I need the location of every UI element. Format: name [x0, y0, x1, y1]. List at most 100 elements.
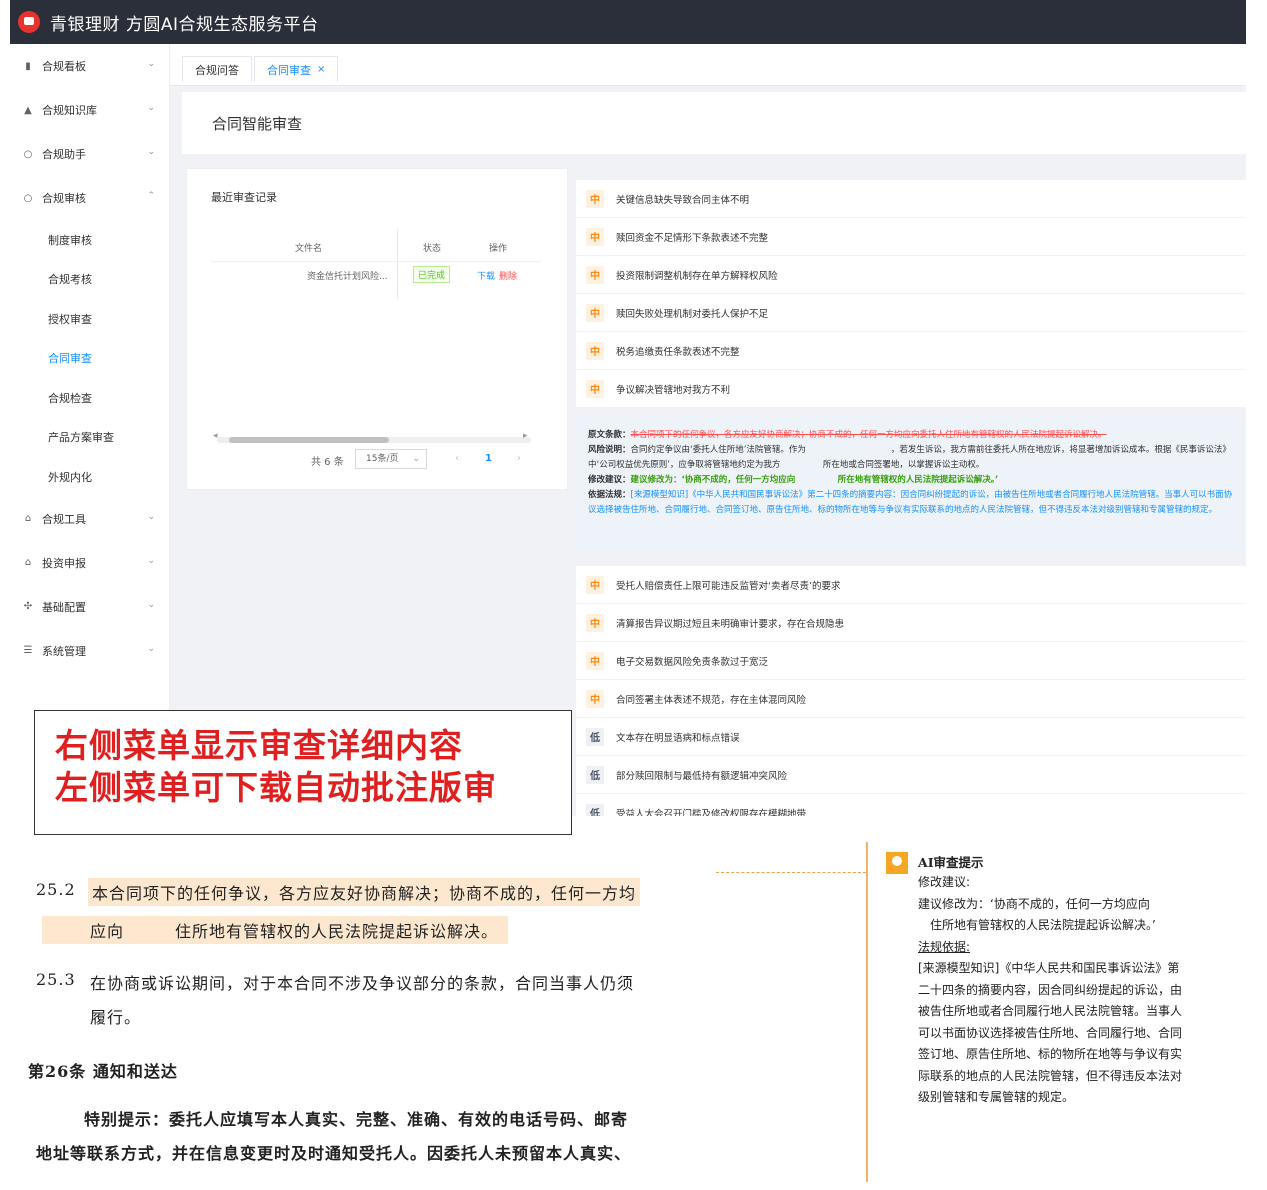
download-link[interactable]: 下载	[477, 269, 495, 282]
risk-title: 投资限制调整机制存在单方解释权风险	[616, 270, 778, 282]
sidebar-item-label: 投资申报	[42, 556, 86, 570]
config-icon: ✣	[23, 601, 33, 612]
prev-page-icon[interactable]: ‹	[455, 453, 459, 464]
risk-level-badge: 中	[586, 689, 604, 708]
risk-item[interactable]: 低 文本存在明显语病和标点错误	[576, 718, 1246, 756]
scroll-right-icon[interactable]: ▸	[523, 431, 528, 441]
sidebar-item-review[interactable]: ○ 合规审核 ⌃	[10, 176, 169, 220]
risk-level-badge: 低	[586, 765, 604, 784]
chevron-down-icon: ⌄	[147, 511, 155, 522]
risk-label: 风险说明：	[588, 445, 631, 455]
sidebar-subitem-contract[interactable]: 合同审查	[10, 339, 169, 379]
pagination-total: 共 6 条	[311, 457, 344, 468]
risk-level-badge: 低	[586, 727, 604, 746]
sidebar-subitem-inspection[interactable]: 合规检查	[10, 378, 169, 418]
risk-title: 受托人赔偿责任上限可能违反监管对‘卖者尽责’的要求	[616, 580, 841, 592]
sidebar-item-label: 合规审核	[42, 192, 86, 205]
clause-text: 履行。	[90, 1008, 142, 1027]
risk-title: 赎回资金不足情形下条款表述不完整	[616, 232, 769, 244]
comment-line: 际联系的地点的人民法院管辖，但不得违反本法对	[918, 1068, 1183, 1083]
risk-detail-panel: 原文条款：本合同项下的任何争议，各方应友好协商解决；协商不成的，任何一方均应向委…	[576, 416, 1246, 554]
page-number[interactable]: 1	[485, 453, 492, 464]
page-size-select[interactable]: 15条/页 ⌄	[355, 449, 427, 469]
sidebar: ▮ 合规看板 ⌄ ▲ 合规知识库 ⌄ ○ 合规助手 ⌄ ○ 合规审核 ⌃ 制度审…	[10, 44, 170, 816]
risk-item[interactable]: 中 投资限制调整机制存在单方解释权风险	[576, 256, 1246, 294]
tabs-bar: 合规问答 合同审查 ×	[170, 44, 1246, 86]
next-page-icon[interactable]: ›	[517, 453, 521, 464]
sidebar-item-label: 合规看板	[42, 60, 86, 73]
row-divider	[211, 261, 541, 262]
sidebar-item-system[interactable]: ☰ 系统管理 ⌄	[10, 629, 169, 673]
chart-icon: ▮	[25, 60, 31, 72]
risk-level-badge: 中	[586, 189, 604, 208]
chevron-up-icon: ⌃	[147, 191, 155, 201]
comment-line: 法规依据:	[918, 939, 971, 954]
sidebar-subitem-policy[interactable]: 制度审核	[10, 220, 169, 260]
top-bar: 青银理财 方圆AI合规生态服务平台	[10, 0, 1246, 44]
comment-title: AI审查提示	[918, 855, 984, 870]
assistant-icon: ○	[23, 148, 33, 160]
horizontal-scrollbar[interactable]	[217, 437, 531, 443]
risk-item[interactable]: 中 关键信息缺失导致合同主体不明	[576, 180, 1246, 218]
sidebar-item-config[interactable]: ✣ 基础配置 ⌄	[10, 585, 169, 629]
risk-item[interactable]: 中 赎回资金不足情形下条款表述不完整	[576, 218, 1246, 256]
risk-title: 争议解决管辖地对我方不利	[616, 384, 731, 396]
scroll-left-icon[interactable]: ◂	[213, 431, 218, 441]
risk-item[interactable]: 中 税务追缴责任条款表述不完整	[576, 332, 1246, 370]
comment-margin-line	[866, 842, 868, 1182]
risk-item[interactable]: 中 合同签署主体表述不规范，存在主体混同风险	[576, 680, 1246, 718]
sidebar-item-assistant[interactable]: ○ 合规助手 ⌄	[10, 132, 169, 176]
risk-item-expanded[interactable]: 中 争议解决管辖地对我方不利	[576, 370, 1246, 408]
risk-item[interactable]: 中 电子交易数据风险免责条款过于宽泛	[576, 642, 1246, 680]
scrollbar-thumb[interactable]	[229, 437, 389, 443]
risk-level-badge: 中	[586, 341, 604, 360]
risk-item[interactable]: 低 部分赎回限制与最低持有额逻辑冲突风险	[576, 756, 1246, 794]
sidebar-subitem-external[interactable]: 外规内化	[10, 457, 169, 497]
comment-line: [来源模型知识]《中华人民共和国民事诉讼法》第	[918, 961, 1180, 975]
notice-text: 特别提示：委托人应填写本人真实、完整、准确、有效的电话号码、邮寄	[84, 1110, 629, 1129]
risk-title: 部分赎回限制与最低持有额逻辑冲突风险	[616, 770, 788, 782]
risk-title: 清算报告异议期过短且未明确审计要求，存在合规隐患	[616, 618, 845, 630]
delete-link[interactable]: 删除	[499, 269, 517, 282]
tab-qa[interactable]: 合规问答	[182, 56, 252, 82]
risk-title: 关键信息缺失导致合同主体不明	[616, 194, 750, 206]
suggest-label: 修改建议：	[588, 475, 631, 485]
clause-number: 25.3	[36, 970, 76, 989]
status-badge: 已完成	[413, 266, 451, 283]
risk-level-badge: 中	[586, 379, 604, 398]
risk-list: 中 关键信息缺失导致合同主体不明 中 赎回资金不足情形下条款表述不完整 中 投资…	[576, 180, 1246, 816]
sidebar-item-dashboard[interactable]: ▮ 合规看板 ⌄	[10, 44, 169, 88]
logo-icon	[18, 11, 40, 33]
sidebar-item-tools[interactable]: ⌂ 合规工具 ⌄	[10, 497, 169, 541]
tab-contract-review[interactable]: 合同审查 ×	[254, 56, 339, 82]
sidebar-item-knowledge[interactable]: ▲ 合规知识库 ⌄	[10, 88, 169, 132]
risk-level-badge: 中	[586, 227, 604, 246]
comment-line: 签订地、原告住所地、标的物所在地等与争议有实	[918, 1047, 1183, 1061]
sidebar-subitem-assessment[interactable]: 合规考核	[10, 260, 169, 300]
close-icon[interactable]: ×	[317, 64, 325, 75]
app-title: 青银理财 方圆AI合规生态服务平台	[50, 14, 319, 35]
column-filename: 文件名	[295, 244, 323, 254]
sidebar-item-declaration[interactable]: ⌂ 投资申报 ⌄	[10, 541, 169, 585]
risk-item[interactable]: 低 受益人大会召开门槛及修改权限存在模糊地带	[576, 794, 1246, 816]
basis-label: 依据法规：	[588, 490, 631, 500]
sidebar-item-label: 合规工具	[42, 512, 86, 526]
suggest-text: 建议修改为：‘协商不成的，任何一方均应向 所在地有管辖权的人民法院提起诉讼解决。…	[630, 475, 999, 485]
legal-basis: 依据法规：[来源模型知识]《中华人民共和国民事诉讼法》第二十四条的摘要内容：因合…	[588, 488, 1234, 518]
risk-item[interactable]: 中 赎回失败处理机制对委托人保护不足	[576, 294, 1246, 332]
risk-item[interactable]: 中 受托人赔偿责任上限可能违反监管对‘卖者尽责’的要求	[576, 566, 1246, 604]
highlighted-clause-line: 应向 住所地有管辖权的人民法院提起诉讼解决。	[42, 916, 509, 944]
annotated-document: 25.2 本合同项下的任何争议，各方应友好协商解决；协商不成的，任何一方均 应向…	[0, 838, 1267, 1190]
review-icon: ○	[23, 192, 33, 204]
risk-item[interactable]: 中 清算报告异议期过短且未明确审计要求，存在合规隐患	[576, 604, 1246, 642]
sidebar-subitem-product[interactable]: 产品方案审查	[10, 418, 169, 458]
comment-line: 可以书面协议选择被告住所地、合同履行地、合同	[918, 1025, 1183, 1040]
user-avatar-icon	[886, 852, 908, 874]
sidebar-subitem-authorization[interactable]: 授权审查	[10, 299, 169, 339]
page-size-value: 15条/页	[366, 454, 399, 464]
chevron-down-icon: ⌄	[412, 454, 420, 464]
modify-suggestion: 修改建议：建议修改为：‘协商不成的，任何一方均应向 所在地有管辖权的人民法院提起…	[588, 473, 1234, 488]
chevron-down-icon: ⌄	[147, 59, 155, 69]
risk-title: 受益人大会召开门槛及修改权限存在模糊地带	[616, 808, 807, 817]
risk-title: 合同签署主体表述不规范，存在主体混同风险	[616, 694, 807, 706]
